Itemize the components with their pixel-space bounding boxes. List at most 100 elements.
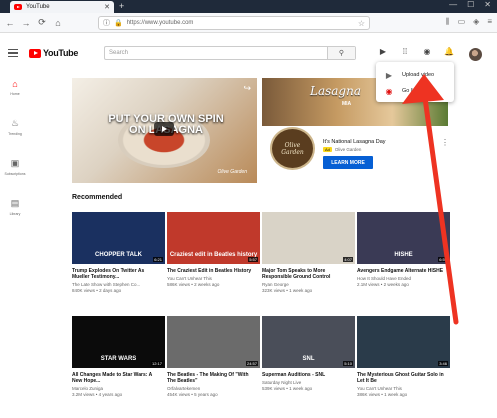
video-card[interactable]: CHOPPER TALK 6:21 Trump Explodes On Twitte… <box>72 212 165 294</box>
video-thumbnail[interactable]: SNL 5:10 <box>262 316 355 368</box>
video-title[interactable]: The Craziest Edit in Beatles History <box>167 268 257 274</box>
video-thumbnail[interactable]: STAR WARS 12:17 <box>72 316 165 368</box>
video-title[interactable]: The Beatles - The Making Of "With The Be… <box>167 372 257 384</box>
hamburger-menu-icon[interactable] <box>8 49 18 57</box>
video-title[interactable]: Avengers Endgame Alternate HISHE <box>357 268 447 274</box>
extension-icon[interactable]: ◈ <box>473 17 479 27</box>
library-browser-icon[interactable]: ⫼ <box>446 17 450 27</box>
ad-badge: Ad <box>323 147 332 152</box>
browser-tab[interactable]: YouTube ✕ <box>10 1 114 13</box>
video-thumbnail[interactable]: 24:57 <box>167 316 260 368</box>
video-stats: 386K views • 1 week ago <box>357 392 408 397</box>
sidebar-item-trending[interactable]: ♨ Trending <box>0 112 30 142</box>
home-browser-icon[interactable]: ⌂ <box>52 18 64 28</box>
messages-icon[interactable]: ◉ <box>422 47 432 57</box>
reload-icon[interactable]: ⟳ <box>36 17 48 28</box>
video-card[interactable]: 24:57 The Beatles - The Making Of "With T… <box>167 316 260 398</box>
upload-video-icon: ▶ <box>385 70 393 80</box>
sidebar-item-home[interactable]: ⌂ Home <box>0 72 30 102</box>
search-box[interactable]: Search ⚲ <box>104 46 356 60</box>
address-bar[interactable]: ⓘ 🔒 https://www.youtube.com ☆ <box>98 16 370 30</box>
youtube-favicon-icon <box>14 4 22 10</box>
maximize-button[interactable]: ☐ <box>467 0 474 9</box>
section-title: Recommended <box>72 194 123 201</box>
play-icon[interactable] <box>154 122 174 136</box>
learn-more-button[interactable]: LEARN MORE <box>323 156 373 169</box>
video-title[interactable]: The Mysterious Ghost Guitar Solo in Let … <box>357 372 447 384</box>
video-card[interactable]: 3:46 The Mysterious Ghost Guitar Solo in … <box>357 316 450 398</box>
video-title[interactable]: All Changes Made to Star Wars: A New Hop… <box>72 372 162 384</box>
upload-video-menu-item[interactable]: ▶ Upload video <box>376 67 454 83</box>
olive-garden-logo[interactable]: Olive Garden <box>270 127 315 170</box>
go-live-menu-item[interactable]: ◉ Go live <box>376 83 454 99</box>
video-duration: 6:52 <box>438 257 448 262</box>
video-thumbnail[interactable]: 3:46 <box>357 316 450 368</box>
ad-channel[interactable]: Olive Garden <box>335 147 362 152</box>
hero-video-ad[interactable]: PUT YOUR OWN SPIN ON LASAGNA ↪ Olive Gar… <box>72 78 257 183</box>
thumbnail-overlay-text: SNL <box>302 356 315 362</box>
home-icon: ⌂ <box>12 78 18 89</box>
notifications-bell-icon[interactable]: 🔔 <box>444 47 454 57</box>
back-arrow-icon[interactable]: ← <box>4 18 16 28</box>
thumbnail-overlay-text: HISHE <box>394 252 413 258</box>
video-card[interactable]: STAR WARS 12:17 All Changes Made to Star W… <box>72 316 165 398</box>
forward-arrow-icon[interactable]: → <box>20 18 32 28</box>
youtube-logo[interactable]: YouTube <box>29 48 78 58</box>
sidebar-browser-icon[interactable]: ▭ <box>458 17 466 27</box>
apps-grid-icon[interactable]: ⁞⁞ <box>400 47 410 57</box>
ad-banner-sub: MIA <box>342 101 352 107</box>
avatar[interactable] <box>469 48 482 61</box>
video-thumbnail[interactable]: 4:07 <box>262 212 355 264</box>
new-tab-button[interactable]: + <box>119 1 124 11</box>
video-thumbnail[interactable]: Craziest edit in Beatles history 5:57 <box>167 212 260 264</box>
sidebar-item-label: Trending <box>8 132 22 136</box>
thumbnail-overlay-text: CHOPPER TALK <box>95 252 142 258</box>
search-icon: ⚲ <box>338 50 345 57</box>
video-title[interactable]: Trump Explodes On Twitter As Mueller Tes… <box>72 268 162 280</box>
video-card[interactable]: SNL 5:10 Superman Auditions - SNL Saturday … <box>262 316 355 392</box>
video-stats: 840K views • 2 days ago <box>72 288 122 293</box>
video-title[interactable]: Major Tom Speaks to More Responsible Gro… <box>262 268 352 280</box>
bookmark-star-icon[interactable]: ☆ <box>358 19 365 28</box>
youtube-play-icon <box>29 48 41 58</box>
video-stats: 586K views • 2 weeks ago <box>167 282 220 287</box>
sidebar: ⌂ Home ♨ Trending ▣ Subscriptions ▤ Libr… <box>0 72 30 232</box>
ad-title[interactable]: It's National Lasagna Day <box>323 139 386 145</box>
share-icon[interactable]: ↪ <box>243 83 251 94</box>
menu-item-label: Go live <box>402 88 420 94</box>
video-stats: 323K views • 1 week ago <box>262 288 313 293</box>
video-thumbnail[interactable]: HISHE 6:52 <box>357 212 450 264</box>
video-duration: 24:57 <box>245 361 258 366</box>
video-stats: 2.1M views • 2 weeks ago <box>357 282 409 287</box>
info-icon[interactable]: ⓘ <box>103 18 110 28</box>
video-card[interactable]: Craziest edit in Beatles history 5:57 The … <box>167 212 260 288</box>
lock-icon: 🔒 <box>114 20 123 27</box>
logo-text: YouTube <box>43 48 79 58</box>
go-live-icon: ◉ <box>385 86 393 96</box>
video-stats: 539K views • 1 week ago <box>262 386 313 391</box>
sidebar-item-label: Library <box>9 212 21 216</box>
sidebar-item-subscriptions[interactable]: ▣ Subscriptions <box>0 152 30 182</box>
window-close-button[interactable]: ✕ <box>484 0 491 9</box>
more-options-icon[interactable]: ⋮ <box>441 138 449 147</box>
search-input[interactable]: Search <box>105 50 327 56</box>
search-button[interactable]: ⚲ <box>327 47 355 59</box>
minimize-button[interactable]: — <box>449 0 457 9</box>
video-title[interactable]: Superman Auditions - SNL <box>262 372 352 378</box>
tab-close-icon[interactable]: ✕ <box>104 3 110 11</box>
menu-item-label: Upload video <box>402 72 435 78</box>
ad-meta: Ad Olive Garden <box>323 147 361 152</box>
video-duration: 5:10 <box>343 361 353 366</box>
ad-banner-word: Lasagna <box>310 84 361 98</box>
video-card[interactable]: HISHE 6:52 Avengers Endgame Alternate HISH… <box>357 212 450 288</box>
browser-menu-icon[interactable]: ≡ <box>487 17 492 27</box>
video-duration: 5:57 <box>248 257 258 262</box>
hero-brand: Olive Garden <box>217 169 247 175</box>
sidebar-item-library[interactable]: ▤ Library <box>0 192 30 222</box>
sidebar-item-label: Home <box>10 91 20 96</box>
video-card[interactable]: 4:07 Major Tom Speaks to More Responsible… <box>262 212 355 294</box>
video-thumbnail[interactable]: CHOPPER TALK 6:21 <box>72 212 165 264</box>
url-text[interactable]: https://www.youtube.com <box>127 20 354 26</box>
browser-nav-bar: ← → ⟳ ⌂ ⓘ 🔒 https://www.youtube.com ☆ ⫼ … <box>0 13 497 33</box>
create-video-icon[interactable]: ▶ <box>378 47 388 57</box>
